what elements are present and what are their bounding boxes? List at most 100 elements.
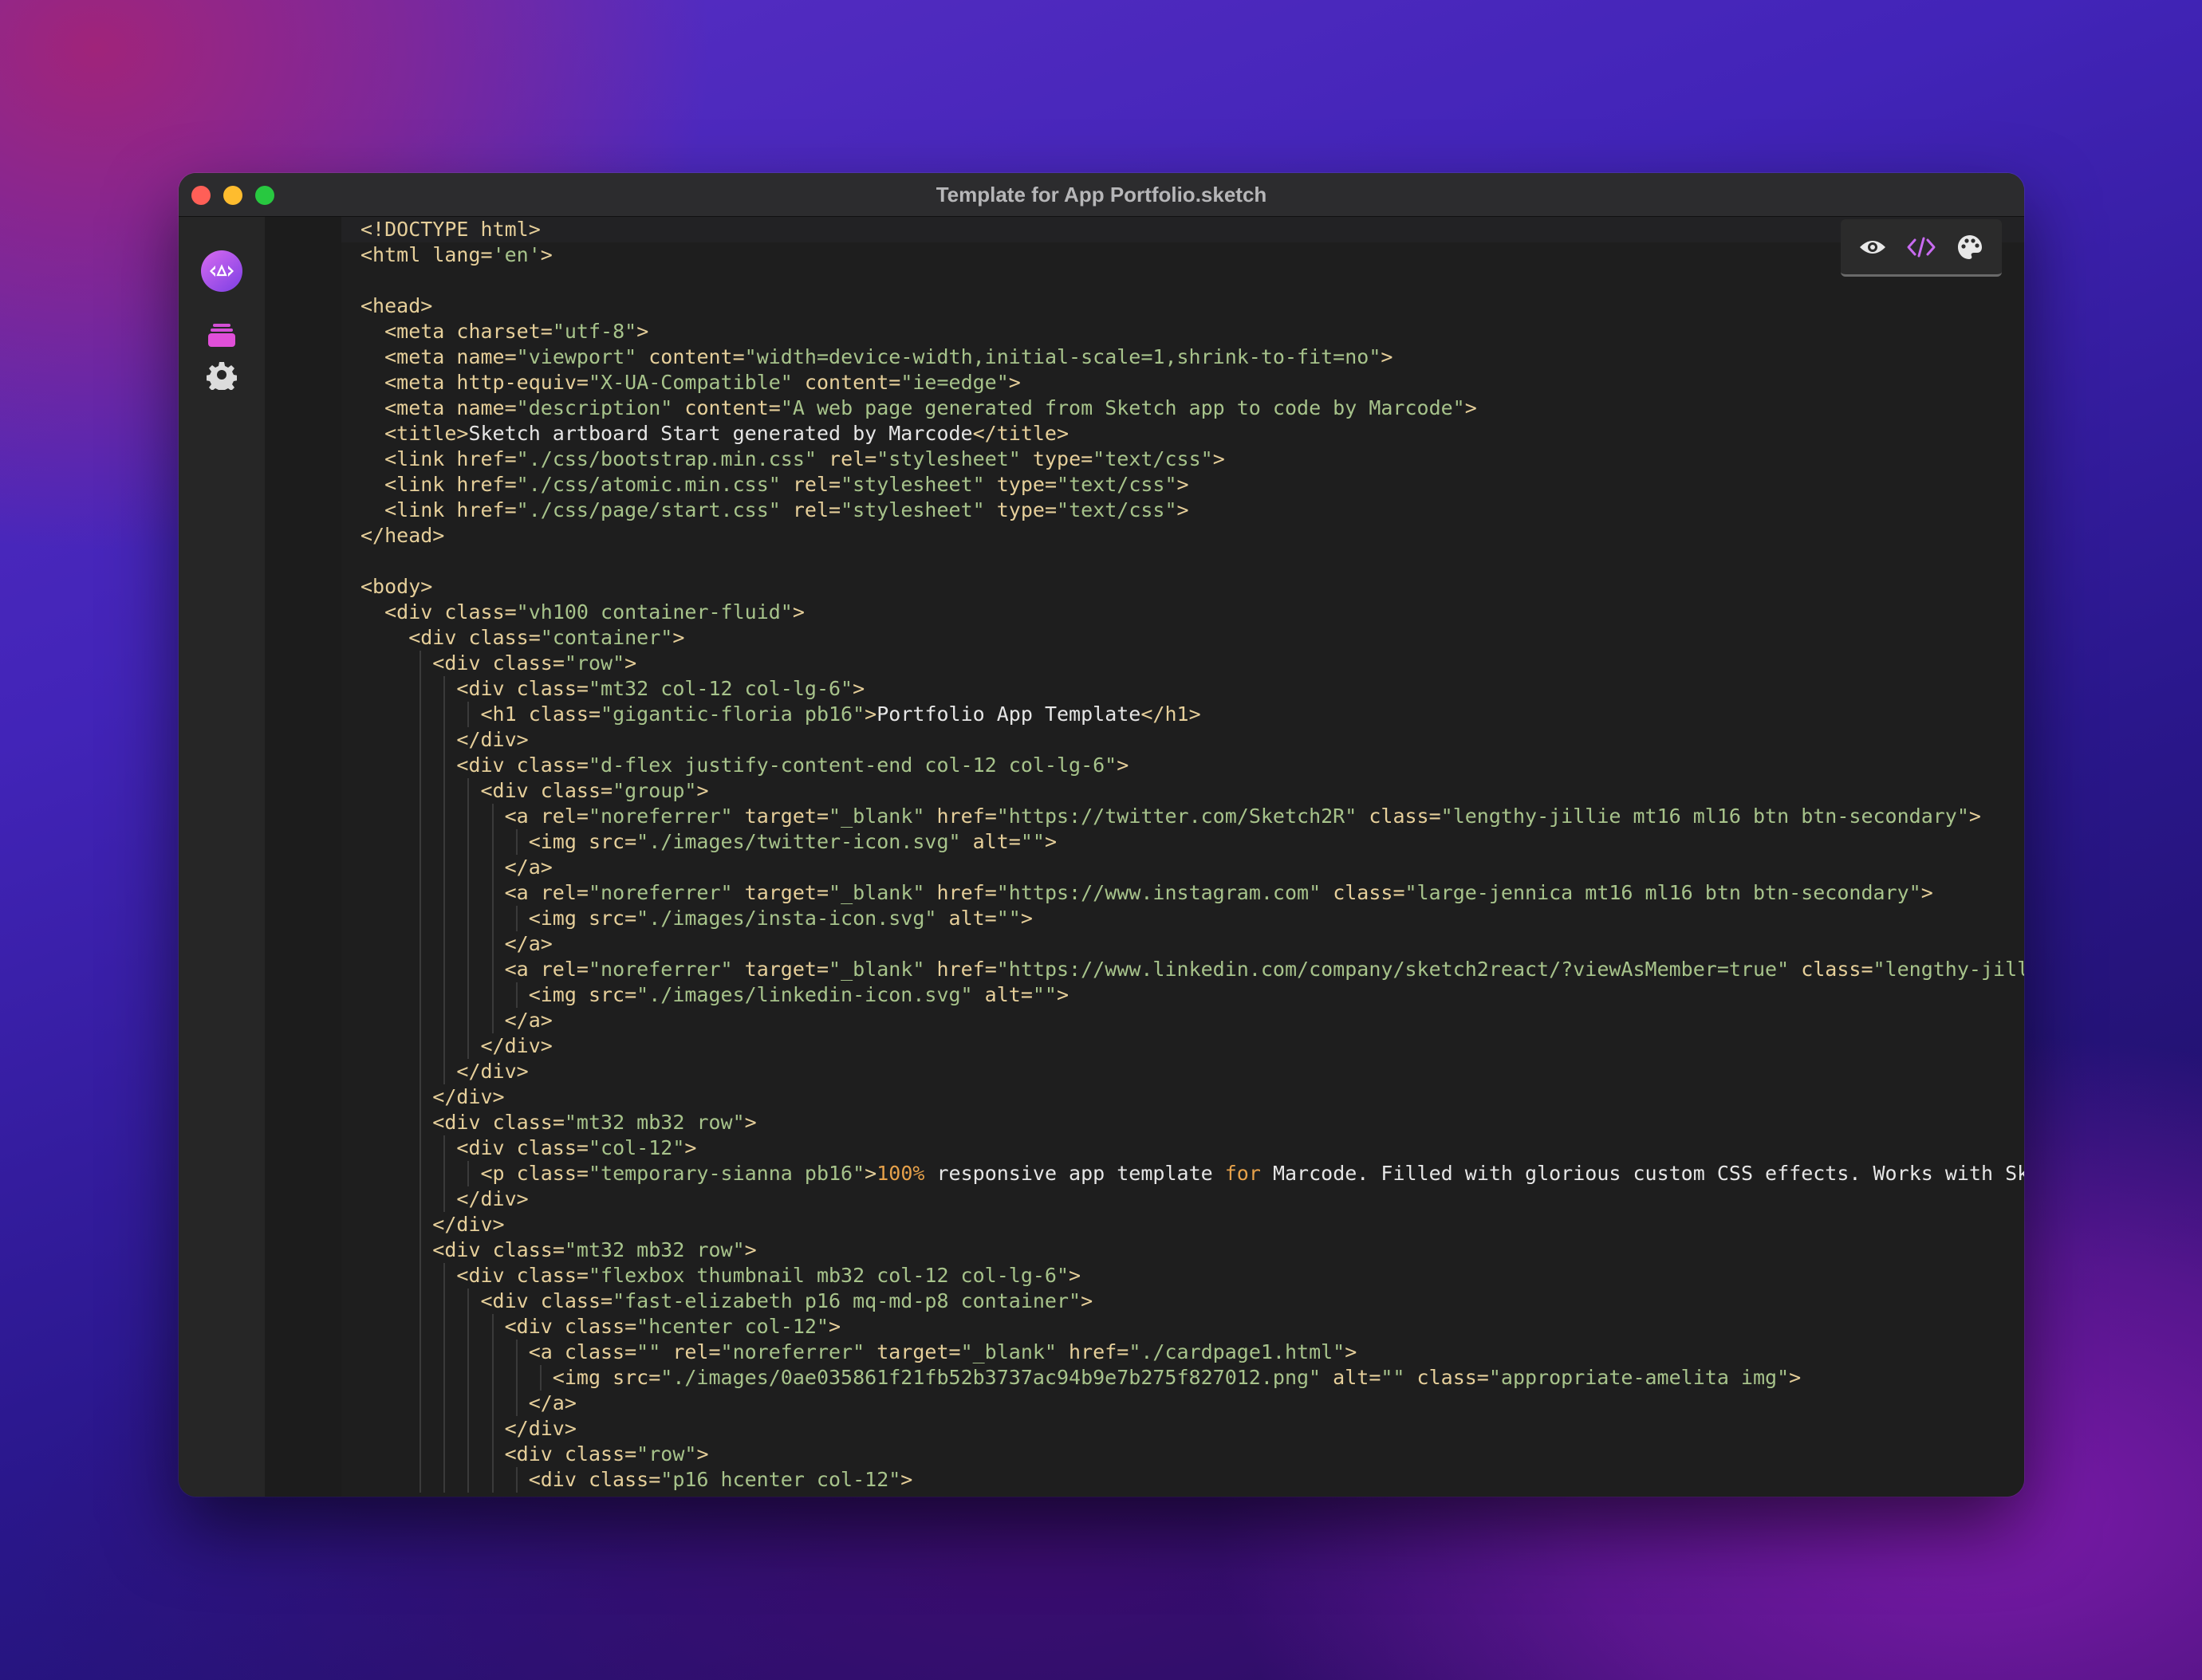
code-line[interactable]: 10<link href="./css/bootstrap.min.css" r… [341,447,2024,472]
code-icon[interactable] [1902,228,1940,266]
code-line[interactable]: 50<div class="p16 hcenter col-12"> [341,1467,2024,1493]
code-token: content= [636,345,745,368]
code-line[interactable]: 45<a class="" rel="noreferrer" target="_… [341,1340,2024,1365]
code-line[interactable]: 4<head> [341,293,2024,319]
code-token: src= [588,983,637,1006]
code-token: "width=device-width,initial-scale=1,shri… [744,345,1381,368]
code-token: <h1 [480,702,529,726]
code-line[interactable]: 23<div class="group"> [341,778,2024,804]
code-line[interactable]: 14 [341,549,2024,574]
eye-icon[interactable] [1853,228,1892,266]
code-token: href= [456,498,517,521]
view-mode-toolbar [1841,219,2002,277]
code-line[interactable]: 30<a rel="noreferrer" target="_blank" hr… [341,957,2024,982]
code-line[interactable]: 38<p class="temporary-sianna pb16">100% … [341,1161,2024,1186]
indent-guide [491,906,494,931]
indent-guide [515,982,518,1008]
code-line[interactable]: 11<link href="./css/atomic.min.css" rel=… [341,472,2024,498]
code-line[interactable]: 2<html lang='en'> [341,242,2024,268]
code-line[interactable]: 35</div> [341,1084,2024,1110]
code-line[interactable]: 17<div class="container"> [341,625,2024,651]
code-token: class= [516,677,589,700]
code-line[interactable]: 24<a rel="noreferrer" target="_blank" hr… [341,804,2024,829]
code-token: "./images/linkedin-icon.svg" [636,983,973,1006]
code-line[interactable]: 8<meta name="description" content="A web… [341,395,2024,421]
indent-guide [443,1416,446,1442]
code-lines[interactable]: 1<!DOCTYPE html>2<html lang='en'>34<head… [341,217,2024,1493]
indent-guide [491,829,494,855]
code-token: "vh100 container-fluid" [516,600,793,624]
code-line[interactable]: 12<link href="./css/page/start.css" rel=… [341,498,2024,523]
code-line[interactable]: 32</a> [341,1008,2024,1033]
indent-guide [491,1467,494,1493]
code-line[interactable]: 31<img src="./images/linkedin-icon.svg" … [341,982,2024,1008]
code-line[interactable]: 18<div class="row"> [341,651,2024,676]
code-line[interactable]: 6<meta name="viewport" content="width=de… [341,344,2024,370]
code-line[interactable]: 39</div> [341,1186,2024,1212]
code-token: class= [588,1468,661,1491]
code-line[interactable]: 46<img src="./images/0ae035861f21fb52b37… [341,1365,2024,1391]
code-line[interactable]: 25<img src="./images/twitter-icon.svg" a… [341,829,2024,855]
code-line[interactable]: 28<img src="./images/insta-icon.svg" alt… [341,906,2024,931]
code-token: "stylesheet" [876,447,1021,470]
code-line[interactable]: 36<div class="mt32 mb32 row"> [341,1110,2024,1135]
code-editor[interactable]: 1<!DOCTYPE html>2<html lang='en'>34<head… [341,217,2024,1497]
indent-guide [420,957,422,982]
code-token: Marcode. Filled with glorious custom CSS… [1260,1162,2024,1185]
palette-icon[interactable] [1951,228,1989,266]
code-line[interactable]: 1<!DOCTYPE html> [341,217,2024,242]
code-line[interactable]: 16<div class="vh100 container-fluid"> [341,600,2024,625]
code-line[interactable]: 34</div> [341,1059,2024,1084]
title-bar[interactable]: Template for App Portfolio.sketch [179,173,2024,217]
code-token: <img [528,983,589,1006]
code-line[interactable]: 19<div class="mt32 col-12 col-lg-6"> [341,676,2024,702]
code-line[interactable]: 15<body> [341,574,2024,600]
code-line[interactable]: 21</div> [341,727,2024,753]
code-line[interactable]: 26</a> [341,855,2024,880]
code-line[interactable]: 22<div class="d-flex justify-content-end… [341,753,2024,778]
code-line[interactable]: 29</a> [341,931,2024,957]
marcode-logo-icon[interactable] [199,249,244,293]
gear-icon[interactable] [199,352,244,397]
code-line[interactable]: 20<h1 class="gigantic-floria pb16">Portf… [341,702,2024,727]
code-line[interactable]: 5<meta charset="utf-8"> [341,319,2024,344]
indent-guide [467,829,470,855]
code-token: <div [456,753,517,777]
code-line[interactable]: 48</div> [341,1416,2024,1442]
indent-guide [515,1391,518,1416]
code-line[interactable]: 41<div class="mt32 mb32 row"> [341,1237,2024,1263]
indent-guide [491,1008,494,1033]
code-line[interactable]: 37<div class="col-12"> [341,1135,2024,1161]
code-line[interactable]: 33</div> [341,1033,2024,1059]
code-token: "./css/page/start.css" [516,498,781,521]
indent-guide [467,1161,470,1186]
indent-guide [443,829,446,855]
indent-guide [491,957,494,982]
code-line[interactable]: 47</a> [341,1391,2024,1416]
code-line[interactable]: 43<div class="fast-elizabeth p16 mq-md-p… [341,1289,2024,1314]
code-text: <img src="./images/0ae035861f21fb52b3737… [553,1365,1801,1391]
code-line[interactable]: 3 [341,268,2024,293]
code-line[interactable]: 49<div class="row"> [341,1442,2024,1467]
indent-guide [420,1033,422,1059]
layers-icon[interactable] [199,313,244,357]
code-token: <html [360,243,433,266]
indent-guide [443,1365,446,1391]
code-token: </div> [504,1417,577,1440]
code-line[interactable]: 27<a rel="noreferrer" target="_blank" hr… [341,880,2024,906]
code-token: "row" [564,651,625,675]
code-line[interactable]: 7<meta http-equiv="X-UA-Compatible" cont… [341,370,2024,395]
code-token: > [1381,345,1393,368]
code-line[interactable]: 9<title>Sketch artboard Start generated … [341,421,2024,447]
code-line[interactable]: 13</head> [341,523,2024,549]
code-token: class= [516,1264,589,1287]
code-token: "" [1381,1366,1405,1389]
indent-guide [467,1467,470,1493]
code-line[interactable]: 44<div class="hcenter col-12"> [341,1314,2024,1340]
code-line[interactable]: 40</div> [341,1212,2024,1237]
code-line[interactable]: 42<div class="flexbox thumbnail mb32 col… [341,1263,2024,1289]
indent-guide [467,982,470,1008]
code-token: http-equiv= [456,371,589,394]
code-text: <a class="" rel="noreferrer" target="_bl… [529,1340,1357,1365]
code-token: <p [480,1162,517,1185]
